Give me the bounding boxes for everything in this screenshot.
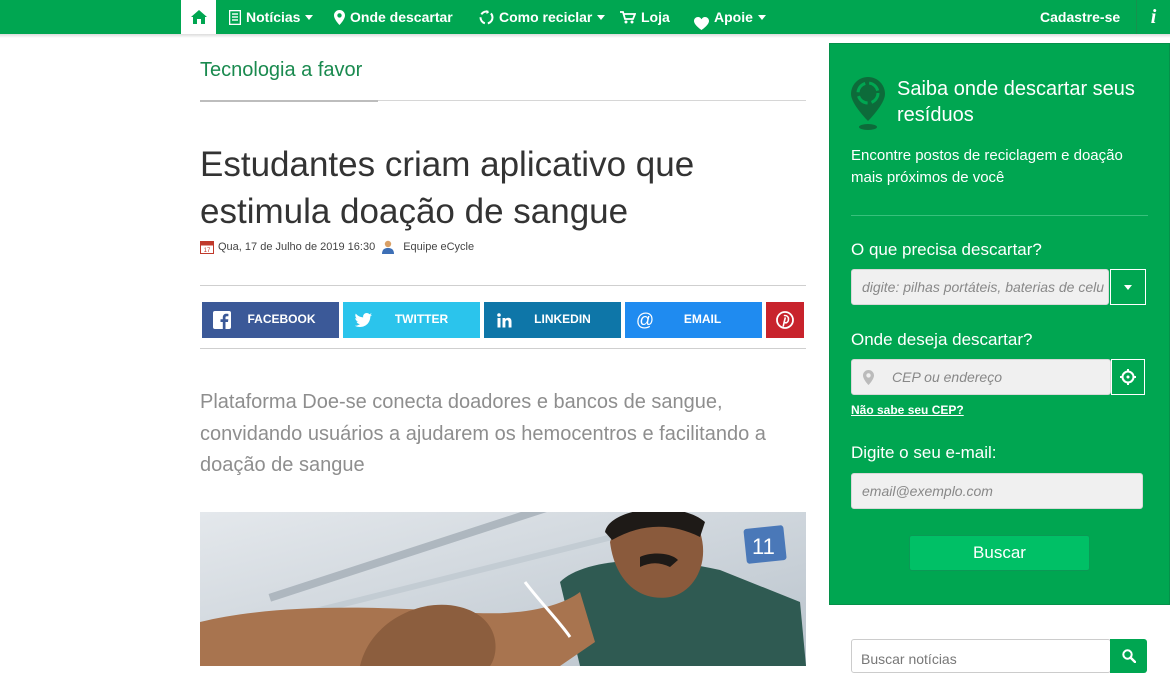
map-pin-icon [334, 9, 345, 25]
signup-link[interactable]: Cadastre-se [1040, 0, 1120, 34]
search-button[interactable]: Buscar [909, 535, 1090, 571]
location-placeholder: CEP ou endereço [892, 369, 1002, 385]
article-lead: Plataforma Doe-se conecta doadores e ban… [200, 391, 766, 476]
section-title[interactable]: Tecnologia a favor [200, 59, 362, 82]
nav-onde-descartar-label: Onde descartar [350, 9, 453, 25]
share-linkedin-button[interactable]: LINKEDIN [484, 302, 621, 338]
nav-apoie[interactable]: Apoie [694, 0, 766, 34]
chevron-down-icon [1124, 284, 1132, 290]
locate-me-button[interactable] [1111, 359, 1145, 395]
recycle-pin-icon [851, 77, 885, 130]
top-navbar: Notícias Onde descartar Como reciclar Lo… [0, 0, 1170, 34]
signup-label: Cadastre-se [1040, 9, 1121, 25]
share-facebook-label: FACEBOOK [247, 312, 316, 326]
svg-text:17: 17 [204, 248, 211, 254]
email-input[interactable]: email@exemplo.com [851, 473, 1143, 509]
where-to-dispose-label: Onde deseja descartar? [851, 330, 1033, 349]
map-pin-icon [852, 369, 884, 385]
newspaper-icon [229, 9, 241, 25]
chevron-down-icon [757, 14, 766, 20]
share-facebook-button[interactable]: FACEBOOK [202, 302, 339, 338]
calendar-icon: 17 [200, 241, 214, 254]
user-icon [382, 240, 395, 254]
news-search-button[interactable] [1110, 639, 1147, 673]
news-search-placeholder: Buscar notícias [861, 651, 957, 667]
share-email-button[interactable]: @ EMAIL [625, 302, 762, 338]
cep-help-link[interactable]: Não sabe seu CEP? [851, 403, 964, 417]
crosshair-icon [1120, 369, 1136, 385]
share-pinterest-button[interactable] [766, 302, 804, 338]
location-input[interactable]: CEP ou endereço [851, 359, 1111, 395]
share-twitter-button[interactable]: TWITTER [343, 302, 480, 338]
chevron-down-icon [597, 14, 606, 20]
home-icon [190, 10, 207, 24]
info-button[interactable]: i [1136, 0, 1170, 34]
nav-apoie-label: Apoie [714, 9, 753, 25]
nav-loja-label: Loja [641, 9, 670, 25]
nav-como-reciclar-label: Como reciclar [499, 9, 593, 25]
share-twitter-label: TWITTER [394, 312, 449, 326]
article-meta: 17 Qua, 17 de Julho de 2019 16:30 Equipe… [200, 240, 474, 254]
what-to-dispose-dropdown[interactable] [1110, 269, 1146, 305]
what-to-dispose-input[interactable]: digite: pilhas portáteis, baterias de ce… [851, 269, 1109, 305]
share-top-divider [200, 285, 806, 286]
navbar-shadow [0, 34, 1170, 38]
what-to-dispose-placeholder: digite: pilhas portáteis, baterias de ce… [862, 279, 1105, 295]
recycle-icon [479, 9, 494, 24]
share-bottom-divider [200, 348, 806, 349]
cart-icon [620, 10, 636, 23]
article-author-name: Equipe eCycle [403, 241, 475, 253]
email-placeholder: email@exemplo.com [862, 483, 993, 499]
nav-noticias[interactable]: Notícias [229, 0, 314, 34]
article-author[interactable]: Equipe eCycle [381, 240, 474, 254]
news-search-input[interactable]: Buscar notícias [851, 639, 1111, 673]
disposal-search-widget: Saiba onde descartar seus resíduos Encon… [829, 43, 1170, 605]
pinterest-icon [775, 310, 795, 330]
article-date: Qua, 17 de Julho de 2019 16:30 [218, 241, 376, 253]
nav-noticias-label: Notícias [246, 9, 301, 25]
widget-subtitle: Encontre postos de reciclagem e doação m… [851, 147, 1123, 186]
nav-onde-descartar[interactable]: Onde descartar [334, 0, 453, 34]
svg-text:11: 11 [752, 534, 775, 559]
share-email-label: EMAIL [683, 312, 722, 326]
article-photo: 11 [200, 512, 806, 666]
search-icon [1121, 649, 1136, 663]
nav-loja[interactable]: Loja [620, 0, 670, 34]
widget-title: Saiba onde descartar seus resíduos [897, 78, 1135, 126]
email-label: Digite o seu e-mail: [851, 443, 997, 462]
widget-divider [851, 215, 1148, 216]
info-icon: i [1150, 5, 1157, 28]
chevron-down-icon [305, 14, 314, 20]
share-linkedin-label: LINKEDIN [534, 312, 591, 326]
what-to-dispose-label: O que precisa descartar? [851, 240, 1042, 259]
heart-icon [694, 17, 709, 30]
article-headline: Estudantes criam aplicativo que estimula… [200, 145, 695, 231]
home-button[interactable] [181, 0, 216, 34]
nav-como-reciclar[interactable]: Como reciclar [479, 0, 606, 34]
section-divider-accent [200, 100, 378, 102]
